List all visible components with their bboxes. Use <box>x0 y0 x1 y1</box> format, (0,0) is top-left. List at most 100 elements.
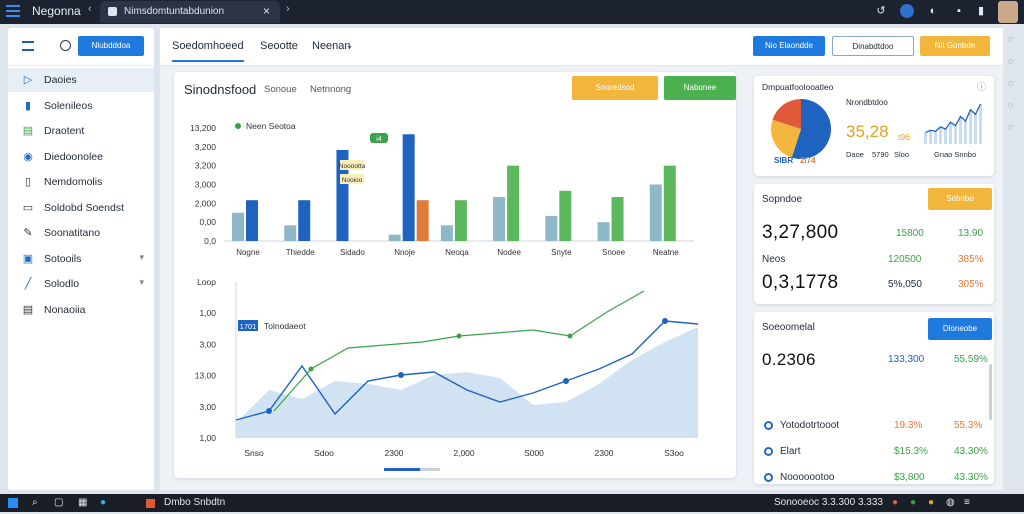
summary-title: Dmpuatfoolooatleo <box>762 82 834 92</box>
table-row[interactable]: Yotodotrtooot 19.3% 55.3% <box>754 416 994 436</box>
pie-chart <box>771 99 831 159</box>
list-icon[interactable] <box>22 41 34 51</box>
pie-stat-2: 2/74 <box>800 156 816 165</box>
app-name: Negonna <box>32 4 81 18</box>
sidebar-primary-button[interactable]: Nlubdddoa <box>78 36 144 56</box>
sidebar-header: Nlubdddoa <box>8 28 154 66</box>
stats-kpi-1-a: 15800 <box>896 228 924 239</box>
tab-third[interactable]: Neenan <box>312 40 351 52</box>
chevron-down-icon[interactable]: ⌄ <box>346 40 354 51</box>
area-series <box>236 327 698 438</box>
sidebar-item-9[interactable]: ▤ Nonaoiia <box>8 298 154 322</box>
sidebar-item-label: Nemdomolis <box>44 176 103 188</box>
power-icon[interactable]: ◌ <box>1008 122 1013 132</box>
header-select[interactable]: Dinabdtdoo <box>832 36 914 56</box>
table-row[interactable]: Nooooootoo $3,800 43.30% <box>754 468 994 488</box>
bar-blue <box>298 200 311 241</box>
bar-lightblue <box>649 184 662 241</box>
sidebar-item-5[interactable]: ▭ Soldobd Soendst <box>8 196 154 220</box>
browser-tab[interactable]: Nimsdomtuntabdunion × <box>100 1 280 23</box>
back-icon[interactable]: ‹ <box>88 3 92 15</box>
search-taskbar-icon[interactable]: ⌕ <box>32 497 38 508</box>
document-icon: ▯ <box>24 176 32 188</box>
spark-bar <box>979 104 982 144</box>
undo-icon[interactable]: ↺ <box>874 4 888 18</box>
clock-icon[interactable]: ≡ <box>964 497 970 508</box>
x-tick-label: Nogne <box>236 248 260 257</box>
menu-icon[interactable] <box>6 5 20 17</box>
summary-value: 35,28 <box>846 122 889 141</box>
y-tick-label: 3,00 <box>199 339 216 349</box>
task-view-icon[interactable]: ▢ <box>54 497 63 508</box>
forward-icon[interactable]: › <box>286 3 290 15</box>
tab-overview[interactable]: Soedomhoeed <box>172 40 244 62</box>
y-tick-label: 1,00 <box>199 308 216 318</box>
chart-card: Sinodnsfood Sonoue Netnnong Snoredsod Na… <box>174 72 736 478</box>
bar-green <box>507 165 520 241</box>
tab-close-icon[interactable]: × <box>263 4 270 18</box>
summary-foot-2: 5790 <box>872 150 889 159</box>
wifi-icon[interactable]: ◍ <box>946 497 955 508</box>
x-tick-label: Thiedde <box>286 248 315 257</box>
search-icon[interactable] <box>60 40 71 51</box>
chevron-down-icon[interactable]: ▾ <box>139 252 144 263</box>
sidebar-item-label: Solodlo <box>44 278 80 290</box>
header-blue-button[interactable]: Nio Elaondde <box>753 36 825 56</box>
sidebar-item-7[interactable]: ▣ Sotooils ▾ <box>8 247 154 271</box>
header-orange-button[interactable]: Nit Gonbde <box>920 36 990 56</box>
message-icon[interactable]: ◌ <box>1008 56 1013 66</box>
table-button[interactable]: Dloneobe <box>928 318 992 340</box>
sidebar-item-3[interactable]: ◉ Diedoonolee <box>8 145 154 169</box>
sidebar-item-label: Nonaoiia <box>44 303 86 316</box>
blue-point <box>398 372 404 378</box>
tray-2-icon[interactable]: ● <box>910 497 916 508</box>
bar-lightblue <box>284 225 297 241</box>
main-panel: Soedomhoeed Seootte Neenan ⌄ Nio Elaondd… <box>160 28 1003 509</box>
x-tick-label: 2300 <box>595 448 614 458</box>
area-annotation-label: Tolnodaeot <box>264 321 306 331</box>
spark-bar <box>944 129 947 144</box>
sidebar-item-6[interactable]: ✎ Soonatitano <box>8 221 154 245</box>
stats-card: Sopndoe Snbnbo 3,27,800 15800 13.90 Neos… <box>754 184 994 304</box>
scrollbar[interactable] <box>989 364 992 420</box>
settings-icon[interactable]: ◌ <box>1008 34 1013 44</box>
grid-icon: ▣ <box>22 252 34 265</box>
summary-foot-1: Daoe <box>846 150 864 159</box>
chevron-down-icon[interactable]: ▾ <box>139 277 144 288</box>
sidebar-item-label: Sotooils <box>44 252 82 265</box>
bell-icon[interactable]: ▮ <box>974 4 988 18</box>
stats-kpi-2-a: 5%,050 <box>888 279 922 290</box>
taskbar: ⌕ ▢ ▦ ● Dmbo Snbdtn Sonooeoc 3.3.300 3.3… <box>0 494 1024 512</box>
green-point <box>308 366 314 372</box>
row-status-icon <box>764 447 773 456</box>
browser-taskbar-icon[interactable]: ● <box>100 497 106 508</box>
app-taskbar-icon[interactable] <box>146 499 155 508</box>
help-icon[interactable]: ◌ <box>1008 100 1013 110</box>
app-badge-icon[interactable] <box>900 4 914 18</box>
sidebar-item-0[interactable]: ▷ Daoies <box>8 68 154 92</box>
sidebar-item-2[interactable]: ▤ Draotent <box>8 119 154 143</box>
table-row[interactable]: Elart $15.3% 43.30% <box>754 442 994 462</box>
widgets-icon[interactable]: ▦ <box>78 497 87 508</box>
windows-logo-icon[interactable] <box>8 498 18 508</box>
stats-button[interactable]: Snbnbo <box>928 188 992 210</box>
sidebar-item-1[interactable]: ▮ Solenileos <box>8 94 154 118</box>
tray-1-icon[interactable]: ● <box>892 497 898 508</box>
table-kpi-b: 55.59% <box>954 354 988 365</box>
x-tick-label: Neatne <box>653 248 679 257</box>
info-icon[interactable]: ⓘ <box>977 80 986 93</box>
tab-second[interactable]: Seootte <box>260 40 298 52</box>
lock-icon[interactable]: ▪ <box>952 4 966 18</box>
stats-kpi-1-b: 13.90 <box>958 228 984 239</box>
y-tick-label: 3,200 <box>195 161 217 171</box>
circle-icon[interactable]: ◐ <box>926 4 940 18</box>
row-value-a: $3,800 <box>894 472 925 483</box>
taskbar-app-label[interactable]: Dmbo Snbdtn <box>164 497 225 508</box>
sidebar-item-8[interactable]: ╱ Solodlo ▾ <box>8 272 154 296</box>
tray-3-icon[interactable]: ● <box>928 497 934 508</box>
avatar[interactable] <box>998 1 1018 23</box>
sidebar-item-4[interactable]: ▯ Nemdomolis <box>8 170 154 194</box>
legend-marker <box>235 123 241 129</box>
alert-icon[interactable]: ◌ <box>1008 78 1013 88</box>
tab-favicon-icon <box>108 7 117 16</box>
